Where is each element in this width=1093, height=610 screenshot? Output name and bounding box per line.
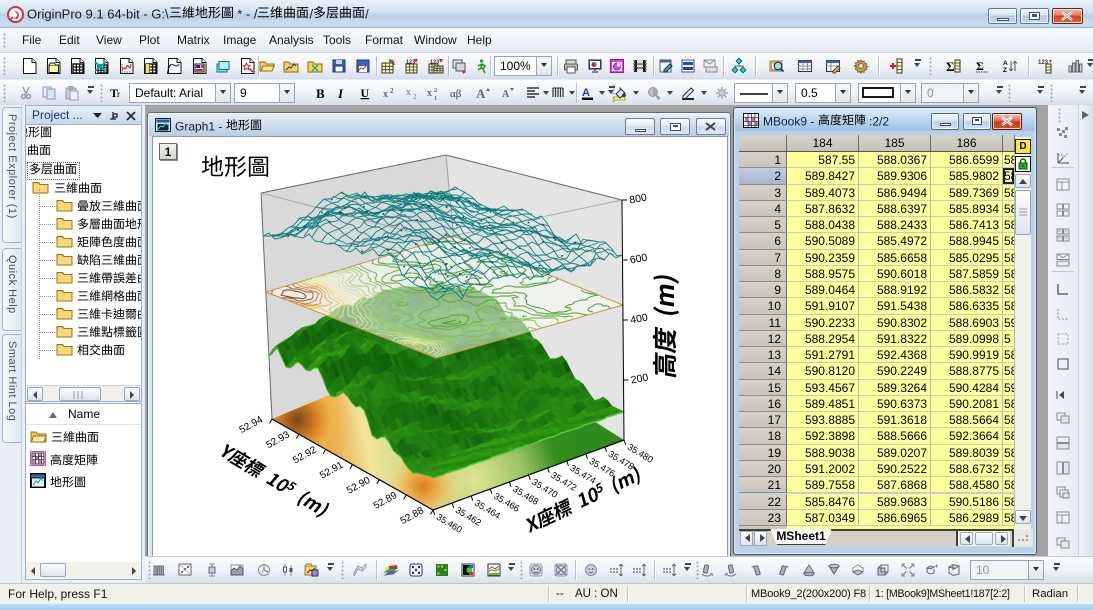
svg-text:52.90: 52.90 xyxy=(345,475,373,497)
svg-text:400: 400 xyxy=(629,312,648,327)
svg-text:600: 600 xyxy=(629,252,648,267)
svg-text:Σ: Σ xyxy=(946,59,955,74)
svg-text:52.93: 52.93 xyxy=(265,429,293,451)
svg-text:I: I xyxy=(337,86,344,101)
svg-text:U: U xyxy=(361,86,370,100)
svg-text:52.91: 52.91 xyxy=(318,460,346,482)
svg-text:x: x xyxy=(406,87,411,98)
svg-text:A: A xyxy=(502,89,510,100)
svg-text:2: 2 xyxy=(434,87,437,94)
svg-text:r: r xyxy=(117,89,120,99)
svg-text:123: 123 xyxy=(430,60,439,66)
svg-text:2: 2 xyxy=(390,87,394,95)
svg-text:123: 123 xyxy=(406,60,415,66)
svg-text:52.92: 52.92 xyxy=(291,444,319,466)
svg-text:A: A xyxy=(1003,60,1008,67)
svg-text:2: 2 xyxy=(413,93,417,101)
svg-text:αβ: αβ xyxy=(450,88,462,100)
svg-text:B: B xyxy=(316,86,325,101)
svg-text:A: A xyxy=(476,86,486,101)
svg-text:r: r xyxy=(262,569,264,575)
svg-text:800: 800 xyxy=(628,192,647,207)
svg-text:Z: Z xyxy=(1003,67,1007,74)
svg-text:Σ: Σ xyxy=(976,59,984,73)
svg-text:A: A xyxy=(582,87,590,99)
svg-text:52.94: 52.94 xyxy=(238,414,266,436)
svg-text:x: x xyxy=(427,88,432,99)
svg-text:x: x xyxy=(383,89,388,100)
svg-text:52.89: 52.89 xyxy=(372,490,400,512)
svg-text:52.88: 52.88 xyxy=(399,505,427,527)
svg-text:200: 200 xyxy=(630,372,649,387)
svg-text:1: 1 xyxy=(434,95,437,101)
